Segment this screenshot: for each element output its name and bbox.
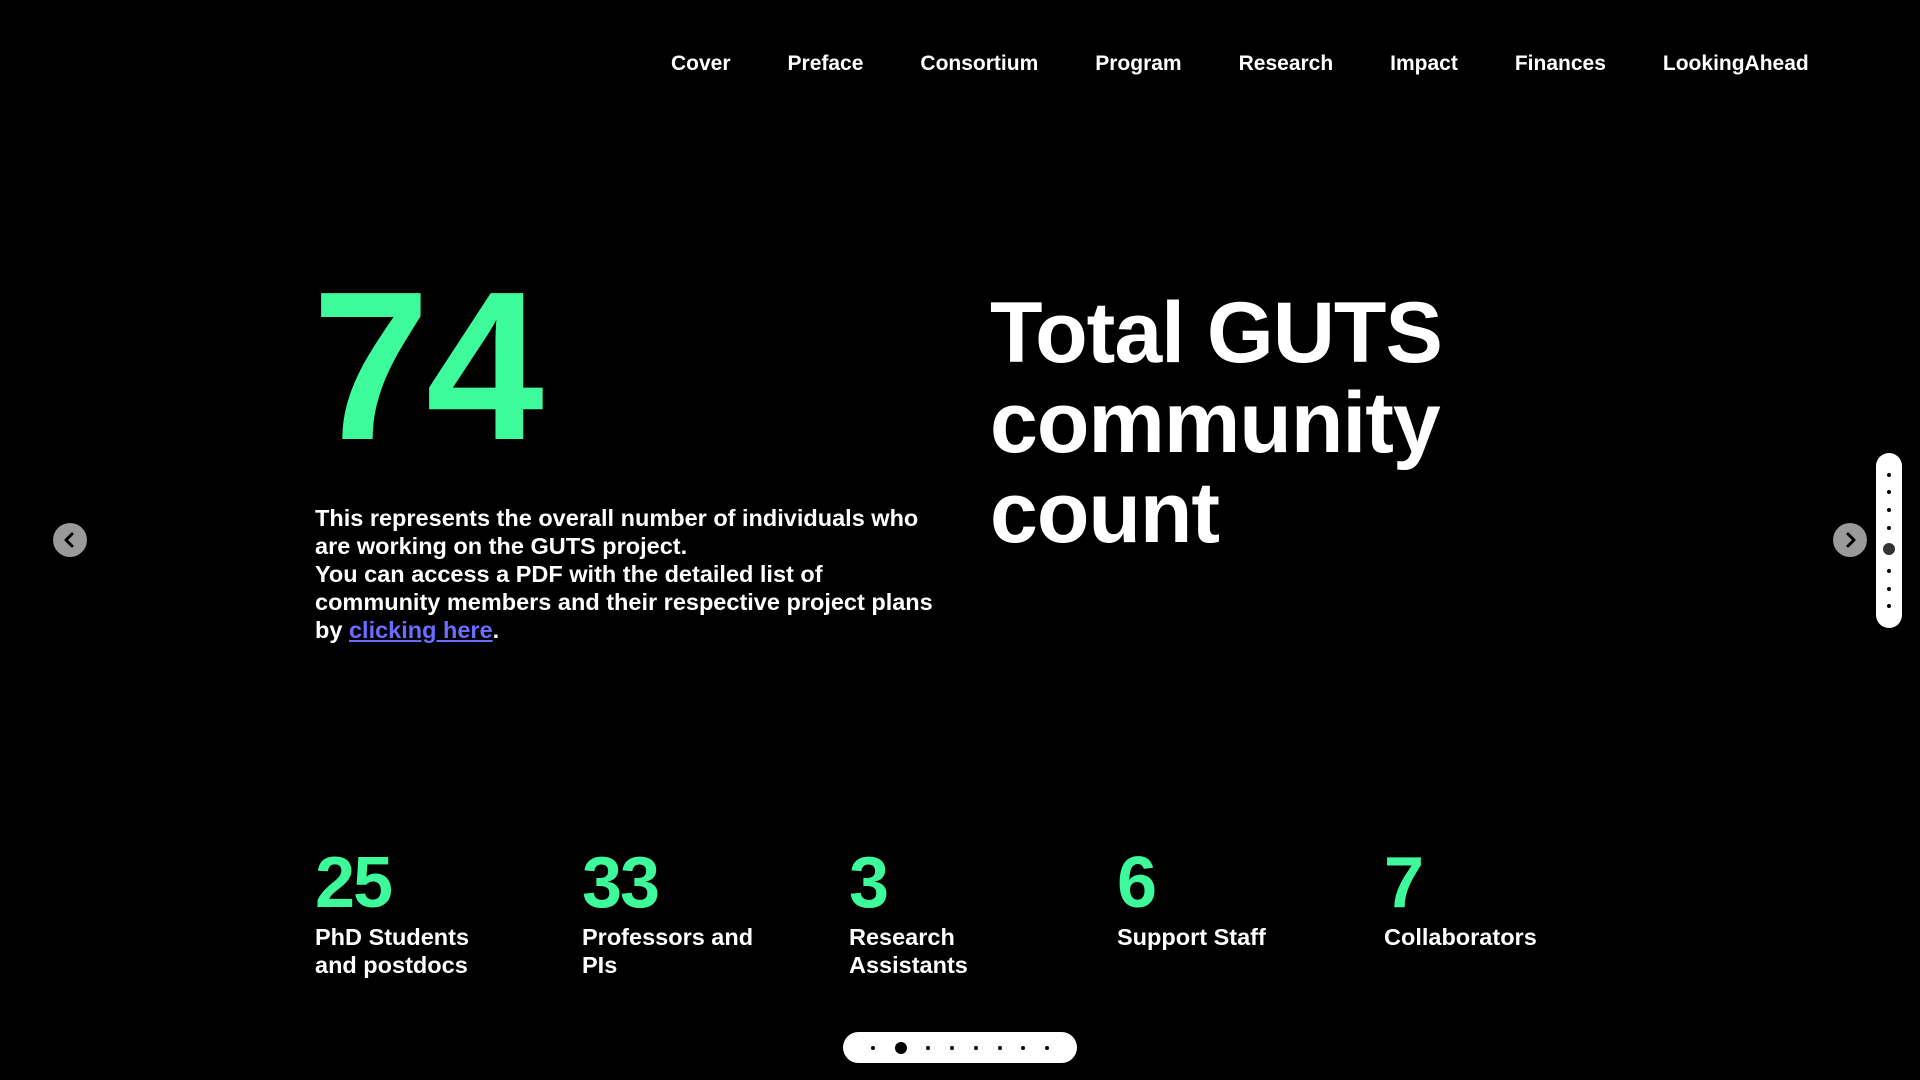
stat-label: Collaborators xyxy=(1384,924,1537,950)
nav-item-research[interactable]: Research xyxy=(1239,52,1334,76)
total-count-number: 74 xyxy=(312,247,544,484)
slide-pager-dot-2[interactable] xyxy=(894,1041,907,1054)
stat-value: 3 xyxy=(849,843,889,923)
section-title-line-3: count xyxy=(990,465,1220,561)
nav-item-preface[interactable]: Preface xyxy=(788,52,864,76)
stat-label: Professors and PIs xyxy=(582,924,754,978)
description-period: . xyxy=(492,617,500,643)
nav-item-impact[interactable]: Impact xyxy=(1390,52,1458,76)
slide-pager-dot-8[interactable] xyxy=(1045,1045,1050,1050)
description-line-2: You can access a PDF with the detailed l… xyxy=(315,560,945,644)
description-line-1: This represents the overall number of in… xyxy=(315,505,919,559)
nav-item-consortium[interactable]: Consortium xyxy=(920,52,1038,76)
nav-item-finances[interactable]: Finances xyxy=(1515,52,1606,76)
stat-collaborators: 7 Collaborators xyxy=(1384,845,1604,951)
chevron-right-icon xyxy=(1846,532,1856,548)
stat-value: 7 xyxy=(1384,843,1424,923)
section-pager-dot-4[interactable] xyxy=(1887,525,1891,530)
stat-label: Support Staff xyxy=(1117,924,1266,950)
nav-item-lookingahead[interactable]: LookingAhead xyxy=(1663,52,1809,76)
slide-pager-dot-4[interactable] xyxy=(950,1045,955,1050)
stat-professors: 33 Professors and PIs xyxy=(582,845,802,979)
section-pager-dot-7[interactable] xyxy=(1887,586,1891,591)
stat-value: 6 xyxy=(1117,843,1157,923)
slide-pager-dot-5[interactable] xyxy=(973,1045,978,1050)
section-title-line-2: community xyxy=(990,375,1441,471)
section-pager-dot-8[interactable] xyxy=(1887,604,1891,609)
section-title: Total GUTS community count xyxy=(990,288,1590,558)
nav-item-cover[interactable]: Cover xyxy=(671,52,731,76)
top-navigation: Cover Preface Consortium Program Researc… xyxy=(671,52,1809,76)
section-pager-dot-6[interactable] xyxy=(1887,568,1891,573)
stat-research-assistants: 3 Research Assistants xyxy=(849,845,1069,979)
horizontal-slide-pager xyxy=(843,1032,1077,1063)
slide-pager-dot-1[interactable] xyxy=(870,1045,875,1050)
vertical-section-pager xyxy=(1876,453,1902,628)
stat-support-staff: 6 Support Staff xyxy=(1117,845,1337,951)
section-pager-dot-2[interactable] xyxy=(1887,490,1891,495)
stat-phd-students: 25 PhD Students and postdocs xyxy=(315,845,535,979)
slide-pager-dot-3[interactable] xyxy=(926,1045,931,1050)
page: Cover Preface Consortium Program Researc… xyxy=(0,0,1920,1080)
slide-pager-dot-6[interactable] xyxy=(997,1045,1002,1050)
stat-value: 25 xyxy=(315,843,393,923)
section-pager-dot-1[interactable] xyxy=(1887,472,1891,477)
stat-value: 33 xyxy=(582,843,660,923)
section-pager-dot-3[interactable] xyxy=(1887,507,1891,512)
next-slide-button[interactable] xyxy=(1833,523,1867,557)
slide-pager-dot-7[interactable] xyxy=(1021,1045,1026,1050)
previous-slide-button[interactable] xyxy=(53,523,87,557)
section-pager-dot-5[interactable] xyxy=(1883,543,1895,556)
stat-label: PhD Students and postdocs xyxy=(315,924,470,978)
stat-label: Research Assistants xyxy=(849,924,968,978)
pdf-link[interactable]: clicking here xyxy=(349,617,493,643)
total-count-description: This represents the overall number of in… xyxy=(315,504,945,644)
chevron-left-icon xyxy=(64,532,74,548)
section-title-line-1: Total GUTS xyxy=(990,285,1443,381)
nav-item-program[interactable]: Program xyxy=(1095,52,1181,76)
